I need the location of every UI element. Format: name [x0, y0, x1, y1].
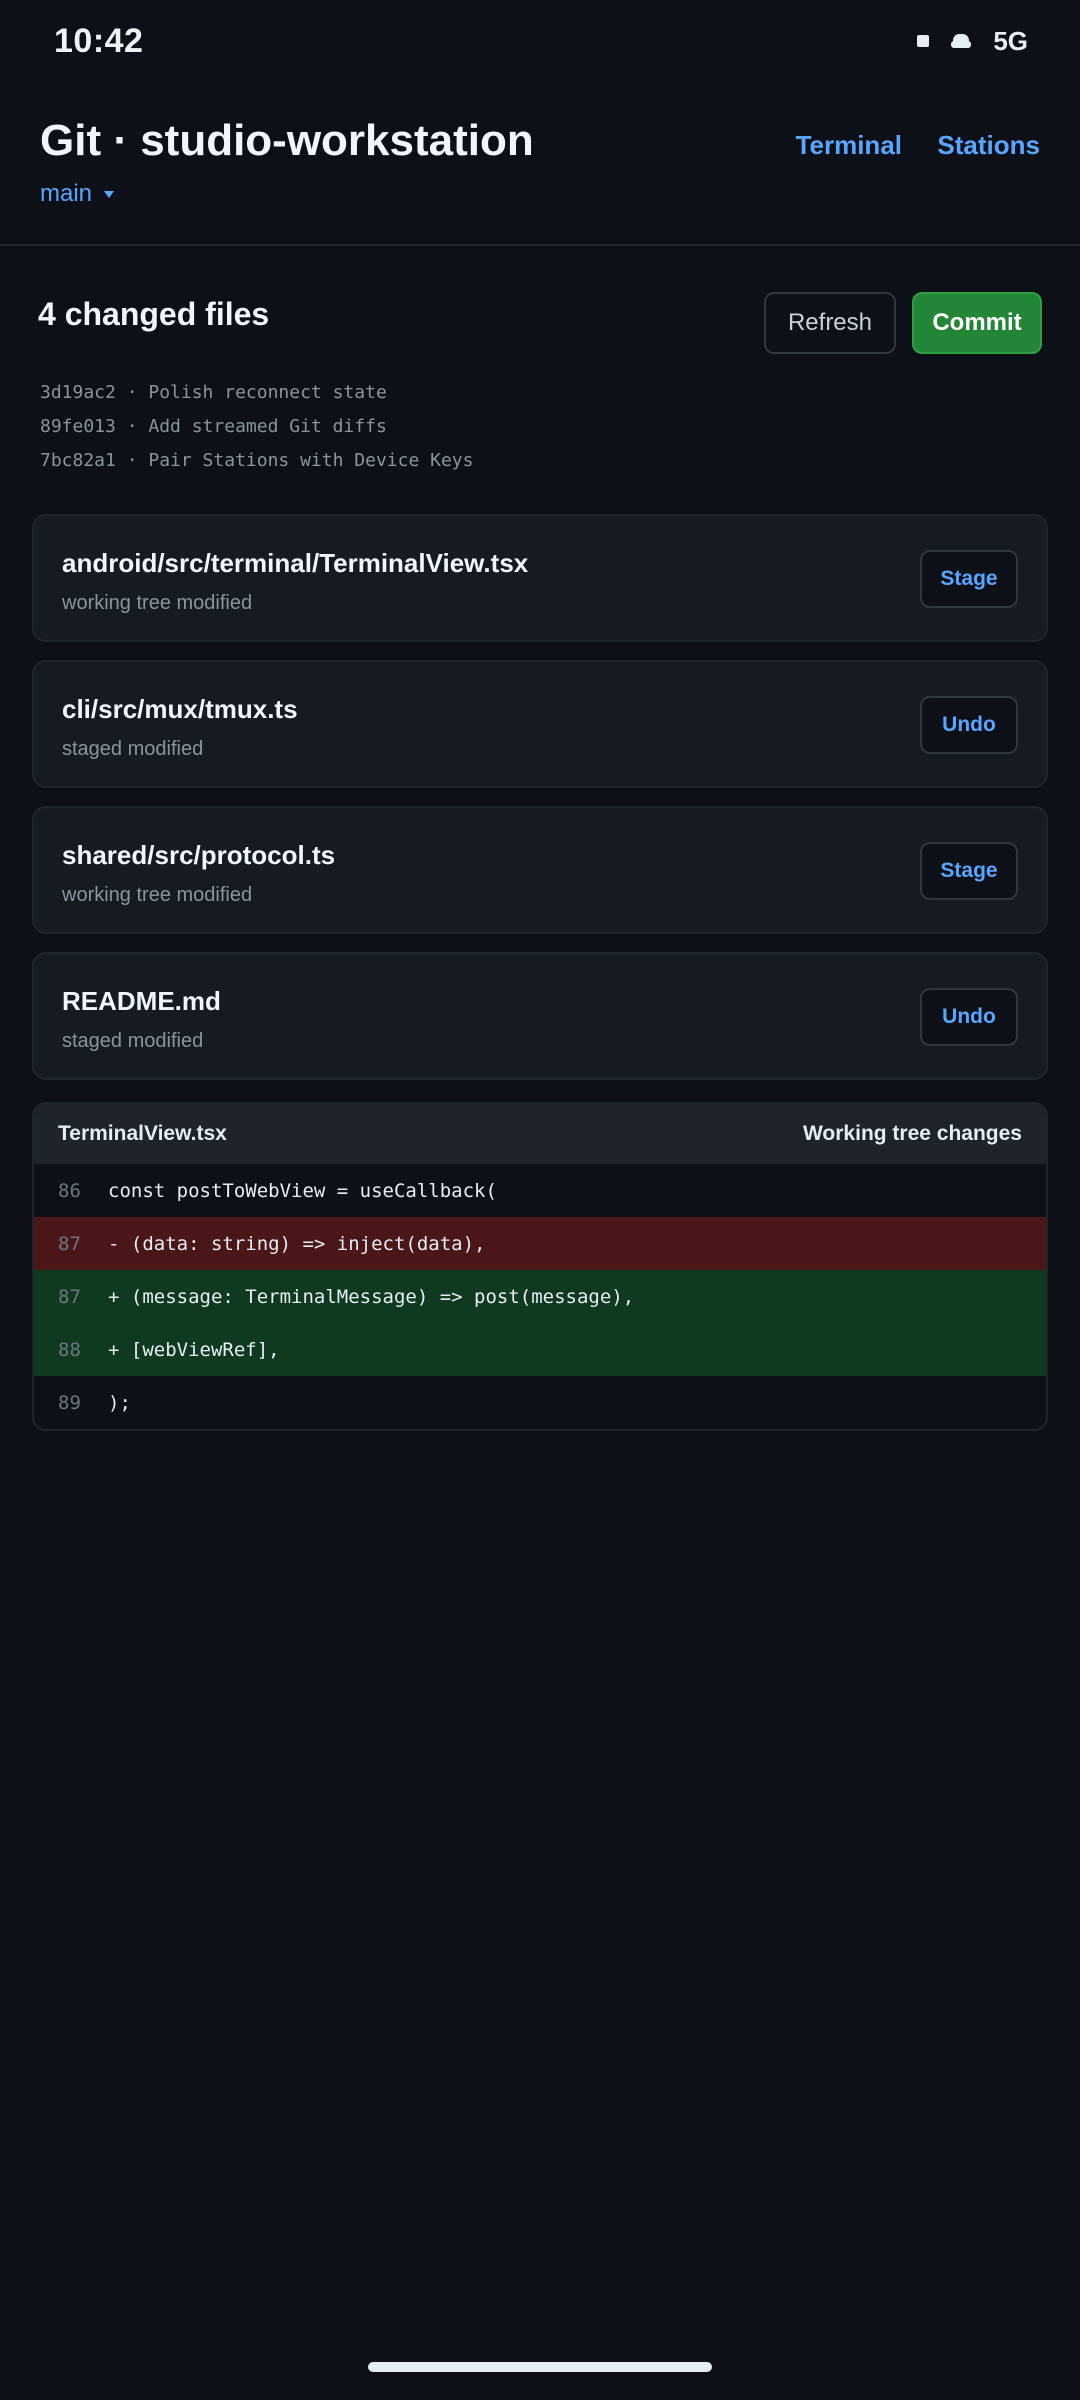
commit-button[interactable]: Commit	[912, 292, 1042, 354]
line-number: 87	[58, 1285, 81, 1308]
commit-entry: 3d19ac2 · Polish reconnect state	[40, 382, 387, 403]
file-card[interactable]: cli/src/mux/tmux.ts staged modified Undo	[32, 660, 1048, 788]
stage-button[interactable]: Stage	[920, 842, 1018, 900]
status-bar: 10:42 5G	[0, 0, 1080, 82]
diff-line-removed: 87 - (data: string) => inject(data),	[34, 1217, 1046, 1270]
car-icon	[951, 34, 972, 48]
app-header: Git · studio-workstation main Terminal S…	[0, 82, 1080, 246]
branch-selector[interactable]: main	[40, 180, 115, 208]
undo-button[interactable]: Undo	[920, 696, 1018, 754]
file-state: working tree modified	[62, 884, 253, 906]
line-code: const postToWebView = useCallback(	[108, 1179, 497, 1202]
diff-line-added: 87 + (message: TerminalMessage) => post(…	[34, 1270, 1046, 1323]
changed-files-list: android/src/terminal/TerminalView.tsx wo…	[0, 514, 1080, 1080]
diff-file-name: TerminalView.tsx	[58, 1122, 227, 1145]
network-label: 5G	[993, 25, 1028, 56]
line-number: 87	[58, 1232, 81, 1255]
status-icons: 5G	[917, 26, 1028, 57]
line-code: + [webViewRef],	[108, 1338, 280, 1361]
file-path: shared/src/protocol.ts	[62, 840, 336, 870]
diff-line-context: 86 const postToWebView = useCallback(	[34, 1164, 1046, 1217]
file-path: README.md	[62, 986, 221, 1016]
file-card[interactable]: shared/src/protocol.ts working tree modi…	[32, 806, 1048, 934]
line-code: + (message: TerminalMessage) => post(mes…	[108, 1285, 635, 1308]
file-card[interactable]: android/src/terminal/TerminalView.tsx wo…	[32, 514, 1048, 642]
notification-square-icon	[917, 35, 930, 47]
undo-button[interactable]: Undo	[920, 988, 1018, 1046]
stage-button[interactable]: Stage	[920, 550, 1018, 608]
line-number: 88	[58, 1338, 81, 1361]
diff-header: TerminalView.tsx Working tree changes	[34, 1104, 1046, 1164]
commit-entry: 7bc82a1 · Pair Stations with Device Keys	[40, 450, 474, 471]
nav-stations-link[interactable]: Stations	[937, 130, 1040, 161]
recent-commits: 3d19ac2 · Polish reconnect state 89fe013…	[0, 376, 1080, 478]
line-code: - (data: string) => inject(data),	[108, 1232, 486, 1255]
refresh-button[interactable]: Refresh	[764, 292, 896, 354]
line-number: 86	[58, 1179, 81, 1202]
file-path: cli/src/mux/tmux.ts	[62, 694, 298, 724]
chevron-down-icon	[104, 190, 115, 198]
file-state: staged modified	[62, 738, 204, 760]
status-time: 10:42	[54, 21, 144, 60]
file-path: android/src/terminal/TerminalView.tsx	[62, 548, 529, 578]
home-indicator[interactable]	[368, 2362, 712, 2372]
branch-name: main	[40, 180, 93, 207]
file-state: working tree modified	[62, 592, 253, 614]
diff-viewer: TerminalView.tsx Working tree changes 86…	[32, 1102, 1048, 1431]
commit-entry: 89fe013 · Add streamed Git diffs	[40, 416, 387, 437]
file-card[interactable]: README.md staged modified Undo	[32, 952, 1048, 1080]
page-title: Git · studio-workstation	[40, 116, 534, 165]
nav-terminal-link[interactable]: Terminal	[796, 130, 902, 161]
changed-files-count: 4 changed files	[38, 296, 270, 332]
git-screen: 10:42 5G Git · studio-workstation main T…	[0, 0, 1080, 2400]
changes-toolbar: 4 changed files Refresh Commit	[0, 246, 1080, 376]
diff-line-added: 88 + [webViewRef],	[34, 1323, 1046, 1376]
diff-line-context: 89 );	[34, 1376, 1046, 1429]
file-state: staged modified	[62, 1030, 204, 1052]
line-number: 89	[58, 1391, 81, 1414]
diff-mode-label: Working tree changes	[802, 1122, 1022, 1145]
line-code: );	[108, 1391, 131, 1414]
